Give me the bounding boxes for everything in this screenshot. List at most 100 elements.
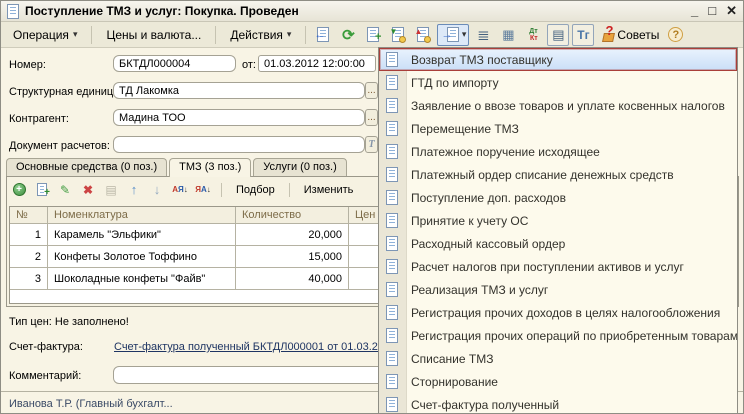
settlement-doc-label: Документ расчетов: — [9, 140, 110, 152]
create-on-basis-button[interactable]: → ▾ — [437, 24, 469, 46]
tab[interactable]: Основные средства (0 поз.) — [6, 158, 167, 176]
menu-item-label: Платежный ордер списание денежных средст… — [411, 168, 674, 182]
menu-item-label: Расходный кассовый ордер — [411, 237, 565, 251]
copy-row-button[interactable]: + — [34, 182, 50, 198]
col-header-quantity[interactable]: Количество — [236, 207, 349, 223]
question-icon: ? — [605, 23, 613, 38]
document-structure-button[interactable]: ≣ — [472, 24, 494, 46]
cell-quantity[interactable]: 40,000 — [236, 268, 349, 289]
document-report-button[interactable]: ▤ — [547, 24, 569, 46]
tenge-icon: Тг — [577, 28, 589, 42]
contractor-picker-button[interactable]: ... — [365, 109, 378, 126]
menu-item[interactable]: Поступление доп. расходов — [379, 186, 737, 209]
tab[interactable]: ТМЗ (3 поз.) — [169, 158, 251, 177]
pick-button[interactable]: Подбор — [232, 183, 279, 197]
menu-item[interactable]: Реализация ТМЗ и услуг — [379, 278, 737, 301]
document-icon — [386, 121, 398, 136]
edit-row-button[interactable]: ✎ — [57, 182, 73, 198]
invoice-link[interactable]: Счет-фактура полученный БКТДЛ000001 от 0… — [114, 341, 390, 353]
menu-item[interactable]: Сторнирование — [379, 370, 737, 393]
settlement-doc-input[interactable] — [113, 136, 365, 153]
cell-number[interactable]: 1 — [10, 224, 48, 245]
cell-nomenclature[interactable]: Шоколадные конфеты "Файв" — [48, 268, 236, 289]
move-up-button[interactable]: ↑ — [126, 182, 142, 198]
col-header-nomenclature[interactable]: Номенклатура — [48, 207, 236, 223]
date-input[interactable] — [258, 55, 376, 72]
responsible-person-text: Иванова Т.Р. (Главный бухгалт... — [9, 398, 173, 410]
add-row-button[interactable]: + — [11, 182, 27, 198]
tab-label: Услуги (0 поз.) — [263, 161, 336, 173]
arrow-down-icon: ▼ — [389, 28, 397, 36]
col-header-number[interactable]: № — [10, 207, 48, 223]
document-icon — [386, 282, 398, 297]
menu-item[interactable]: Регистрация прочих доходов в целях налог… — [379, 301, 737, 324]
menu-item[interactable]: Платежный ордер списание денежных средст… — [379, 163, 737, 186]
minimize-button[interactable]: _ — [691, 2, 698, 20]
copy-document-button[interactable]: + — [362, 24, 384, 46]
operation-menu-button[interactable]: Операция ▾ — [5, 24, 85, 46]
debit-credit-button[interactable]: Дт Кт — [522, 24, 544, 46]
menu-item[interactable]: Заявление о ввозе товаров и уплате косве… — [379, 94, 737, 117]
doclist-icon: ▤ — [552, 27, 564, 43]
cell-quantity[interactable]: 15,000 — [236, 246, 349, 267]
prices-label: Цены и валюта... — [106, 28, 201, 42]
change-button[interactable]: Изменить — [300, 183, 358, 197]
tips-button[interactable]: ? Советы — [597, 25, 665, 44]
refresh-button[interactable]: ⟳ — [337, 24, 359, 46]
contractor-input[interactable] — [113, 109, 365, 126]
incoming-payment-doc-button[interactable]: ▼ — [387, 24, 409, 46]
menu-item[interactable]: Возврат ТМЗ поставщику — [379, 48, 737, 71]
settlement-doc-text-button[interactable]: T — [365, 136, 378, 153]
menu-item[interactable]: Расчет налогов при поступлении активов и… — [379, 255, 737, 278]
document-icon — [386, 190, 398, 205]
menu-item[interactable]: ГТД по импорту — [379, 71, 737, 94]
comment-label: Комментарий: — [9, 370, 81, 382]
menu-item[interactable]: Счет-фактура полученный — [379, 393, 737, 414]
cell-quantity[interactable]: 20,000 — [236, 224, 349, 245]
document-icon — [386, 213, 398, 228]
number-input[interactable] — [113, 55, 236, 72]
actions-menu-button[interactable]: Действия ▾ — [222, 24, 299, 46]
tips-label: Советы — [617, 28, 659, 42]
menu-item[interactable]: Перемещение ТМЗ — [379, 117, 737, 140]
menu-item[interactable]: Расходный кассовый ордер — [379, 232, 737, 255]
prices-currency-button[interactable]: Цены и валюта... — [98, 24, 209, 46]
move-down-button[interactable]: ↓ — [149, 182, 165, 198]
date-label: от: — [242, 59, 256, 71]
document-window: Поступление ТМЗ и услуг: Покупка. Провед… — [0, 0, 744, 414]
arrow-right-icon: → — [441, 30, 452, 41]
posting-settings-button[interactable]: ▦ — [497, 24, 519, 46]
post-document-button[interactable]: ← — [312, 24, 334, 46]
toolbar-separator — [221, 183, 222, 197]
tab[interactable]: Услуги (0 поз.) — [253, 158, 346, 176]
structural-unit-picker-button[interactable]: ... — [365, 82, 378, 99]
cell-nomenclature[interactable]: Конфеты Золотое Тоффино — [48, 246, 236, 267]
plus-icon: + — [375, 32, 381, 43]
actions-label: Действия — [230, 28, 283, 42]
delete-row-button[interactable]: ✖ — [80, 182, 96, 198]
menu-item-label: Списание ТМЗ — [411, 352, 493, 366]
create-on-basis-menu: Возврат ТМЗ поставщику ГТД по импорту За… — [378, 47, 738, 414]
menu-item[interactable]: Списание ТМЗ — [379, 347, 737, 370]
outgoing-payment-doc-button[interactable]: ▲ — [412, 24, 434, 46]
close-button[interactable]: ✕ — [726, 2, 737, 20]
cell-number[interactable]: 3 — [10, 268, 48, 289]
document-icon — [7, 4, 19, 19]
menu-item[interactable]: Регистрация прочих операций по приобрете… — [379, 324, 737, 347]
cell-number[interactable]: 2 — [10, 246, 48, 267]
tenge-display-toggle[interactable]: Тг — [572, 24, 594, 46]
structural-unit-input[interactable] — [113, 82, 365, 99]
number-label: Номер: — [9, 59, 46, 71]
tab-bar: Основные средства (0 поз.) ТМЗ (3 поз.) … — [6, 158, 347, 176]
menu-item[interactable]: Платежное поручение исходящее — [379, 140, 737, 163]
maximize-button[interactable]: □ — [708, 2, 716, 20]
sort-ascending-button[interactable]: АЯ↓ — [172, 182, 188, 198]
arrow-left-icon: ← — [314, 30, 325, 41]
menu-item[interactable]: Принятие к учету ОС — [379, 209, 737, 232]
document-icon — [386, 351, 398, 366]
cell-nomenclature[interactable]: Карамель "Эльфики" — [48, 224, 236, 245]
document-icon — [386, 75, 398, 90]
help-button[interactable]: ? — [668, 27, 683, 42]
menu-item-label: Платежное поручение исходящее — [411, 145, 600, 159]
sort-descending-button[interactable]: ЯА↓ — [195, 182, 211, 198]
